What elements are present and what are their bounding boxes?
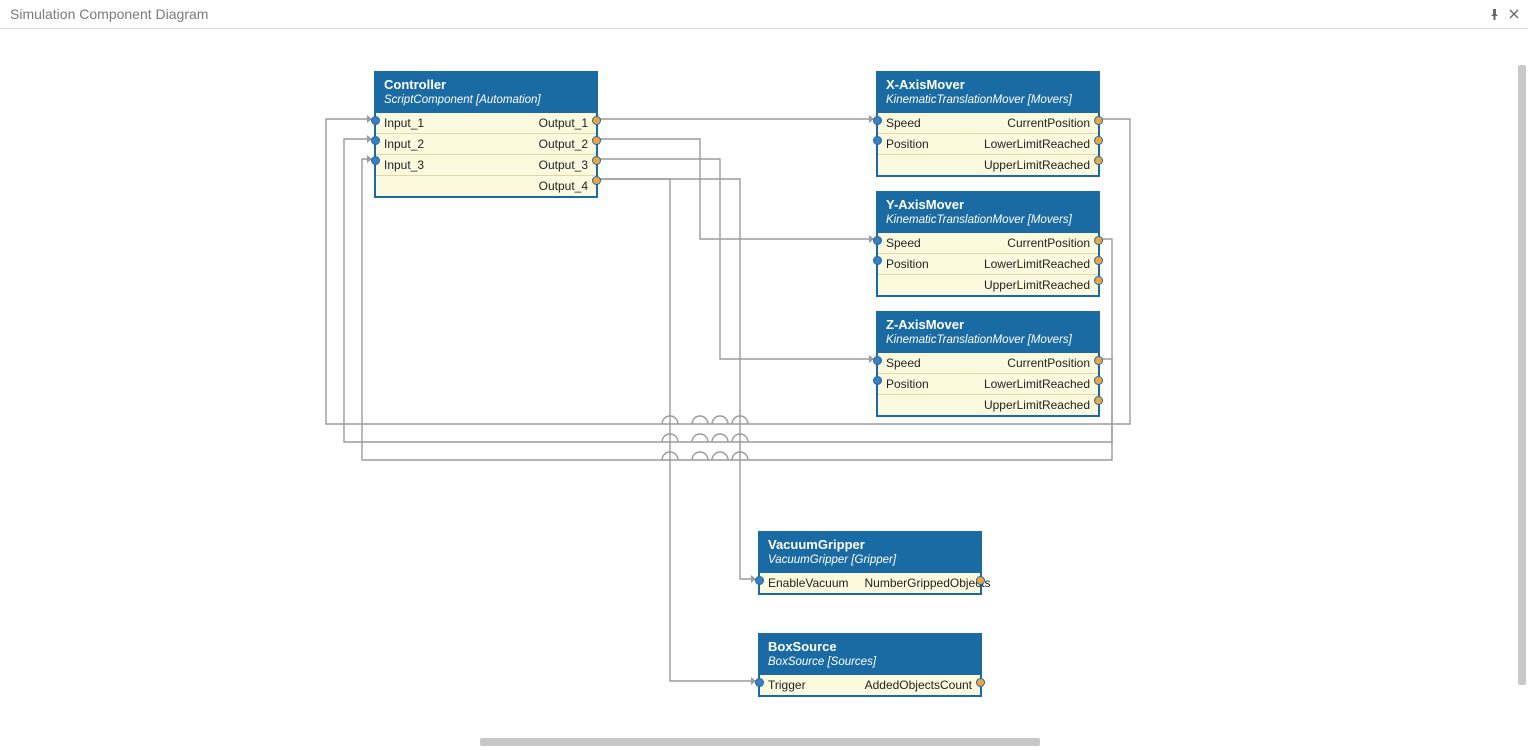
node-title: Y-AxisMover: [886, 197, 1090, 213]
node-title: Z-AxisMover: [886, 317, 1090, 333]
node-subtitle: ScriptComponent [Automation]: [384, 93, 588, 107]
output-label: CurrentPosition: [929, 233, 1098, 253]
output-label: LowerLimitReached: [937, 374, 1098, 394]
vertical-scrollbar-thumb[interactable]: [1518, 65, 1526, 685]
input-label: Input_2: [376, 134, 432, 154]
output-label: LowerLimitReached: [937, 254, 1098, 274]
node-subtitle: KinematicTranslationMover [Movers]: [886, 333, 1090, 347]
input-port[interactable]: [755, 678, 764, 687]
node-z_axis[interactable]: Z-AxisMoverKinematicTranslationMover [Mo…: [876, 311, 1100, 417]
output-port[interactable]: [1094, 116, 1103, 125]
node-header[interactable]: Z-AxisMoverKinematicTranslationMover [Mo…: [878, 313, 1098, 353]
output-label: Output_3: [432, 155, 596, 175]
output-port[interactable]: [976, 576, 985, 585]
node-gripper[interactable]: VacuumGripperVacuumGripper [Gripper]Enab…: [758, 531, 982, 595]
output-port[interactable]: [1094, 136, 1103, 145]
output-label: UpperLimitReached: [894, 395, 1098, 415]
node-subtitle: BoxSource [Sources]: [768, 655, 972, 669]
output-port[interactable]: [1094, 376, 1103, 385]
node-body: TriggerAddedObjectsCount: [760, 675, 980, 695]
node-subtitle: KinematicTranslationMover [Movers]: [886, 93, 1090, 107]
horizontal-scrollbar-thumb[interactable]: [480, 738, 1040, 746]
node-header[interactable]: Y-AxisMoverKinematicTranslationMover [Mo…: [878, 193, 1098, 233]
node-header[interactable]: VacuumGripperVacuumGripper [Gripper]: [760, 533, 980, 573]
output-port[interactable]: [1094, 356, 1103, 365]
node-title: BoxSource: [768, 639, 972, 655]
node-header[interactable]: X-AxisMoverKinematicTranslationMover [Mo…: [878, 73, 1098, 113]
output-port[interactable]: [1094, 256, 1103, 265]
panel-header: Simulation Component Diagram: [0, 0, 1528, 29]
output-port[interactable]: [1094, 396, 1103, 405]
panel-title: Simulation Component Diagram: [10, 6, 1482, 22]
pin-icon[interactable]: [1486, 6, 1502, 22]
input-label: Speed: [878, 113, 929, 133]
input-label: Position: [878, 134, 937, 154]
node-title: VacuumGripper: [768, 537, 972, 553]
input-port[interactable]: [873, 236, 882, 245]
input-port[interactable]: [371, 116, 380, 125]
input-label: Speed: [878, 353, 929, 373]
input-label: Trigger: [760, 675, 814, 695]
horizontal-scrollbar[interactable]: [0, 736, 1528, 747]
input-label: [376, 176, 392, 196]
diagram-canvas[interactable]: ControllerScriptComponent [Automation]In…: [0, 29, 1528, 747]
node-controller[interactable]: ControllerScriptComponent [Automation]In…: [374, 71, 598, 198]
node-x_axis[interactable]: X-AxisMoverKinematicTranslationMover [Mo…: [876, 71, 1100, 177]
node-title: X-AxisMover: [886, 77, 1090, 93]
vertical-scrollbar[interactable]: [1516, 29, 1528, 736]
output-port[interactable]: [592, 176, 601, 185]
input-label: EnableVacuum: [760, 573, 857, 593]
input-label: Position: [878, 374, 937, 394]
output-label: Output_1: [432, 113, 596, 133]
output-label: CurrentPosition: [929, 113, 1098, 133]
node-title: Controller: [384, 77, 588, 93]
output-port[interactable]: [592, 116, 601, 125]
node-header[interactable]: ControllerScriptComponent [Automation]: [376, 73, 596, 113]
input-label: [878, 155, 894, 175]
node-body: SpeedCurrentPositionPositionLowerLimitRe…: [878, 113, 1098, 175]
input-label: Speed: [878, 233, 929, 253]
node-body: SpeedCurrentPositionPositionLowerLimitRe…: [878, 353, 1098, 415]
output-label: UpperLimitReached: [894, 275, 1098, 295]
output-port[interactable]: [592, 136, 601, 145]
input-port[interactable]: [873, 356, 882, 365]
input-port[interactable]: [755, 576, 764, 585]
input-port[interactable]: [873, 136, 882, 145]
node-header[interactable]: BoxSourceBoxSource [Sources]: [760, 635, 980, 675]
input-port[interactable]: [371, 136, 380, 145]
node-box[interactable]: BoxSourceBoxSource [Sources]TriggerAdded…: [758, 633, 982, 697]
input-label: Input_3: [376, 155, 432, 175]
node-subtitle: KinematicTranslationMover [Movers]: [886, 213, 1090, 227]
node-body: Input_1Output_1Input_2Output_2Input_3Out…: [376, 113, 596, 196]
output-port[interactable]: [976, 678, 985, 687]
input-label: [878, 275, 894, 295]
output-label: CurrentPosition: [929, 353, 1098, 373]
node-body: SpeedCurrentPositionPositionLowerLimitRe…: [878, 233, 1098, 295]
output-label: UpperLimitReached: [894, 155, 1098, 175]
output-port[interactable]: [592, 156, 601, 165]
output-port[interactable]: [1094, 156, 1103, 165]
input-port[interactable]: [873, 376, 882, 385]
input-label: Position: [878, 254, 937, 274]
node-body: EnableVacuumNumberGrippedObjects: [760, 573, 980, 593]
output-label: Output_2: [432, 134, 596, 154]
input-port[interactable]: [873, 256, 882, 265]
output-label: Output_4: [392, 176, 596, 196]
node-subtitle: VacuumGripper [Gripper]: [768, 553, 972, 567]
node-y_axis[interactable]: Y-AxisMoverKinematicTranslationMover [Mo…: [876, 191, 1100, 297]
output-label: LowerLimitReached: [937, 134, 1098, 154]
input-port[interactable]: [873, 116, 882, 125]
output-port[interactable]: [1094, 276, 1103, 285]
input-label: [878, 395, 894, 415]
output-label: AddedObjectsCount: [814, 675, 980, 695]
input-label: Input_1: [376, 113, 432, 133]
output-port[interactable]: [1094, 236, 1103, 245]
close-icon[interactable]: [1506, 6, 1522, 22]
input-port[interactable]: [371, 156, 380, 165]
